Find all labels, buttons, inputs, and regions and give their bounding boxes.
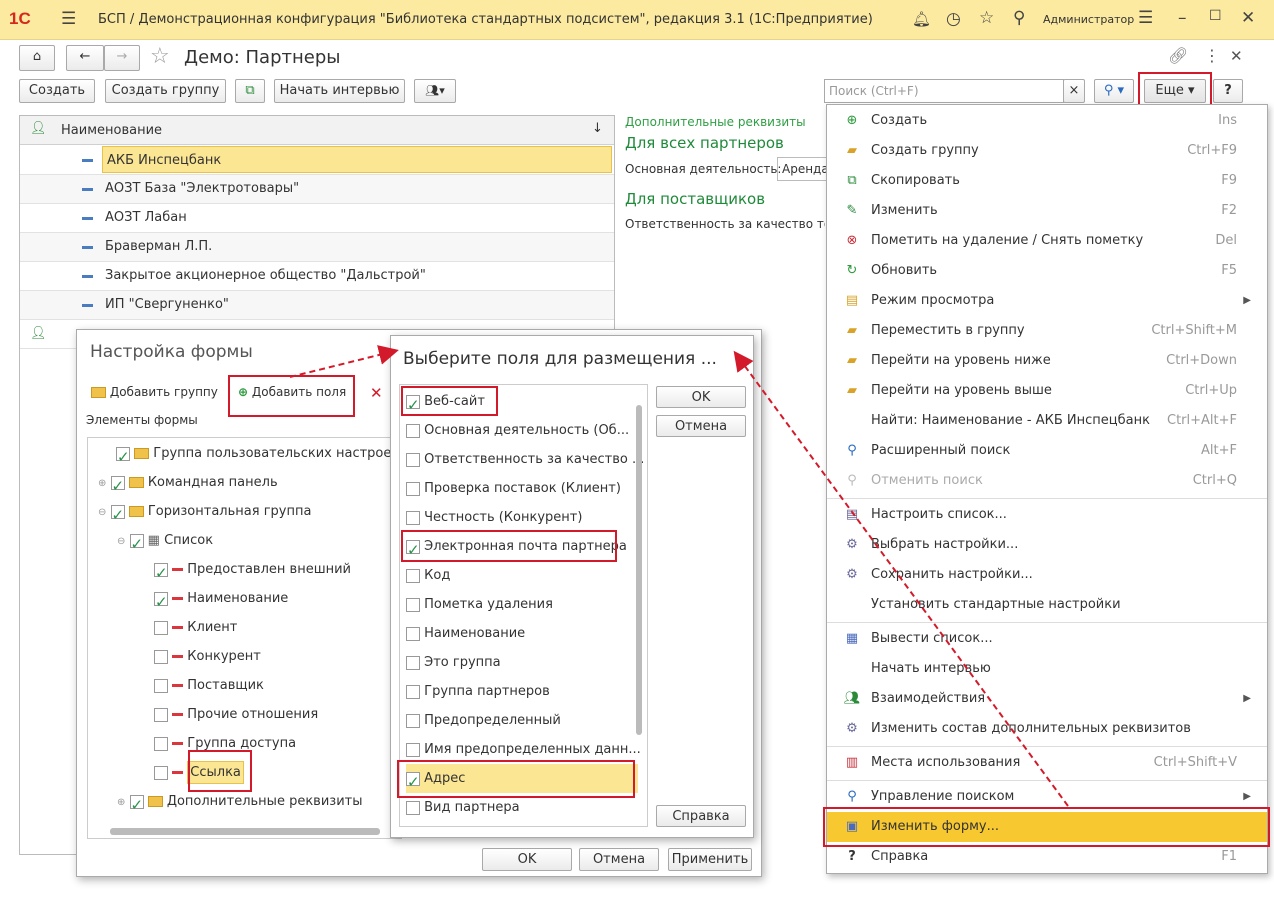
annotation-arrows	[289, 345, 1069, 807]
arrow-add-fields-to-picker	[289, 345, 399, 378]
arrow-edit-form-to-picker	[733, 350, 1069, 807]
